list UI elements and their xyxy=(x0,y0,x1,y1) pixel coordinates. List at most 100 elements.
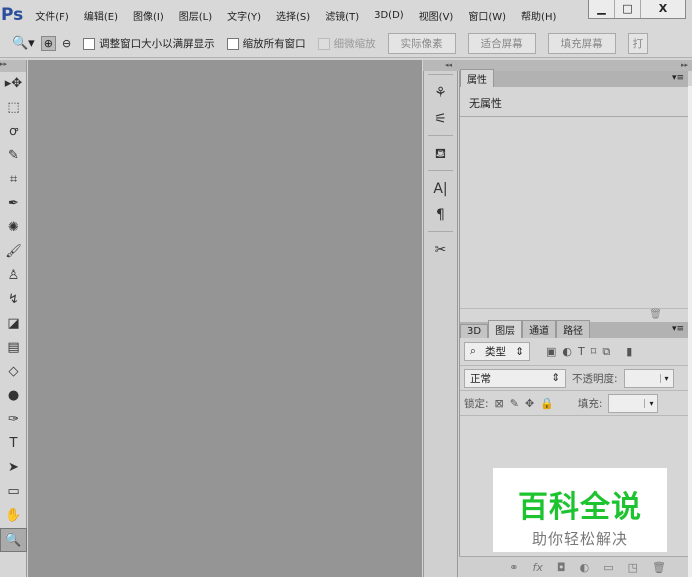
lock-label: 锁定: xyxy=(464,397,489,410)
link-layers-icon[interactable]: ⚭ xyxy=(509,561,518,574)
collapse-icon[interactable]: ◂◂ xyxy=(445,61,452,69)
checkbox-box[interactable] xyxy=(83,37,96,50)
watermark: 百科全说 助你轻松解决 xyxy=(493,468,667,552)
add-mask-icon[interactable]: ◘ xyxy=(557,561,566,574)
tab-3d[interactable]: 3D xyxy=(460,324,489,338)
zoom-all-windows-checkbox[interactable]: 缩放所有窗口 xyxy=(226,36,306,51)
properties-panel: 属性 ▾≡ 无属性 🗑 xyxy=(459,69,688,322)
blur-tool-icon[interactable]: ◇ xyxy=(0,360,27,384)
scrubby-zoom-checkbox[interactable]: 细微缩放 xyxy=(317,36,376,51)
pixel-filter-icon[interactable]: ▣ xyxy=(546,345,556,358)
healing-tool-icon[interactable]: ✺ xyxy=(0,216,27,240)
pen-tool-icon[interactable]: ✑ xyxy=(0,408,27,432)
menu-filter[interactable]: 滤镜(T) xyxy=(325,8,359,23)
checkbox-label: 细微缩放 xyxy=(333,38,376,50)
tab-channels[interactable]: 通道 xyxy=(522,320,557,338)
shape-filter-icon[interactable]: ⌑ xyxy=(591,345,597,358)
tool-presets-icon[interactable]: ✂ xyxy=(424,237,457,263)
crop-tool-icon[interactable]: ⌗ xyxy=(0,168,27,192)
type-tool-icon[interactable]: T xyxy=(0,432,27,456)
lasso-tool-icon[interactable]: ꝍ xyxy=(0,120,27,144)
eraser-tool-icon[interactable]: ◪ xyxy=(0,312,27,336)
menu-select[interactable]: 选择(S) xyxy=(276,8,310,23)
quick-select-tool-icon[interactable]: ✎ xyxy=(0,144,27,168)
menu-edit[interactable]: 编辑(E) xyxy=(84,8,118,23)
adjustment-layer-icon[interactable]: ◐ xyxy=(580,561,590,574)
lock-position-icon[interactable]: ✥ xyxy=(525,397,534,410)
lock-image-icon[interactable]: ✎ xyxy=(510,397,519,410)
lock-all-icon[interactable]: 🔒 xyxy=(540,397,554,410)
path-select-tool-icon[interactable]: ➤ xyxy=(0,456,27,480)
filter-toggle[interactable]: ▮ xyxy=(626,345,632,358)
menu-view[interactable]: 视图(V) xyxy=(419,8,454,23)
zoom-tool-preset-icon[interactable]: 🔍▾ xyxy=(12,36,35,51)
fx-icon[interactable]: fx xyxy=(533,561,543,574)
opacity-label: 不透明度: xyxy=(572,372,618,385)
properties-content: 无属性 xyxy=(460,87,688,117)
fill-screen-button[interactable]: 填充屏幕 xyxy=(547,33,616,54)
blend-mode-value: 正常 xyxy=(470,372,491,385)
menu-type[interactable]: 文字(Y) xyxy=(227,8,261,23)
menu-layer[interactable]: 图层(L) xyxy=(179,8,212,23)
clone-source-icon[interactable]: ⛾ xyxy=(424,141,457,167)
adjustment-filter-icon[interactable]: ◐ xyxy=(562,345,572,358)
zoom-tool-icon[interactable]: 🔍 xyxy=(0,528,27,552)
dodge-tool-icon[interactable]: ● xyxy=(0,384,27,408)
type-filter-icon[interactable]: T xyxy=(578,345,585,358)
eyedropper-tool-icon[interactable]: ✒ xyxy=(0,192,27,216)
filter-kind-select[interactable]: ⌕ 类型 ⇕ xyxy=(464,342,530,361)
lock-transparent-icon[interactable]: ⊠ xyxy=(495,397,504,410)
options-bar: 🔍▾ ⊕ ⊖ 调整窗口大小以满屏显示 缩放所有窗口 细微缩放 实际像素 适合屏幕… xyxy=(0,30,692,58)
adjustments-icon[interactable]: ⚟ xyxy=(424,106,457,132)
menu-file[interactable]: 文件(F) xyxy=(35,8,69,23)
toolbar-collapse-handle[interactable]: ▸▸ xyxy=(0,60,26,72)
tab-properties[interactable]: 属性 xyxy=(460,69,494,87)
panel-menu-icon[interactable]: ▾≡ xyxy=(672,324,684,334)
checkbox-box[interactable] xyxy=(317,37,330,50)
panel-scrollbar[interactable] xyxy=(688,86,692,577)
resize-windows-checkbox[interactable]: 调整窗口大小以满屏显示 xyxy=(83,36,215,51)
panel-menu-icon[interactable]: ▾≡ xyxy=(672,73,684,83)
zoom-in-icon[interactable]: ⊕ xyxy=(40,36,56,51)
canvas-area[interactable] xyxy=(28,60,422,577)
rectangle-tool-icon[interactable]: ▭ xyxy=(0,480,27,504)
paragraph-icon[interactable]: ¶ xyxy=(424,202,457,228)
new-group-icon[interactable]: ▭ xyxy=(603,561,613,574)
menu-image[interactable]: 图像(I) xyxy=(133,8,164,23)
fit-screen-button[interactable]: 适合屏幕 xyxy=(467,33,536,54)
search-icon: ⌕ xyxy=(470,345,476,357)
smart-object-filter-icon[interactable]: ⧉ xyxy=(602,345,610,359)
marquee-tool-icon[interactable]: ⬚ xyxy=(0,96,27,120)
actual-pixels-button[interactable]: 实际像素 xyxy=(387,33,456,54)
fill-input[interactable]: ▾ xyxy=(608,393,659,413)
ps-logo: Ps xyxy=(1,5,24,25)
tab-layers[interactable]: 图层 xyxy=(488,320,523,338)
checkbox-label: 缩放所有窗口 xyxy=(242,38,306,50)
brush-tool-icon[interactable]: 🖌 xyxy=(0,240,27,264)
stamp-tool-icon[interactable]: ♙ xyxy=(0,264,27,288)
delete-layer-icon[interactable]: 🗑 xyxy=(652,561,666,574)
checkbox-box[interactable] xyxy=(226,37,239,50)
zoom-out-icon[interactable]: ⊖ xyxy=(62,37,71,50)
expand-icon[interactable]: ▸▸ xyxy=(681,61,688,69)
history-brush-tool-icon[interactable]: ↯ xyxy=(0,288,27,312)
maximize-button[interactable]: □ xyxy=(615,0,641,18)
layers-footer: ⚭ fx ◘ ◐ ▭ ◳ 🗑 xyxy=(459,556,688,577)
minimize-button[interactable]: ▁ xyxy=(589,0,615,18)
brush-presets-icon[interactable]: ⚘ xyxy=(424,80,457,106)
gradient-tool-icon[interactable]: ▤ xyxy=(0,336,27,360)
watermark-subtitle: 助你轻松解决 xyxy=(531,530,628,548)
new-layer-icon[interactable]: ◳ xyxy=(628,561,638,574)
opacity-input[interactable]: ▾ xyxy=(623,368,674,388)
print-size-button[interactable]: 打 xyxy=(627,33,649,54)
checkbox-label: 调整窗口大小以满屏显示 xyxy=(99,38,215,50)
hand-tool-icon[interactable]: ✋ xyxy=(0,504,27,528)
close-button[interactable]: X xyxy=(641,0,685,18)
menu-3d[interactable]: 3D(D) xyxy=(374,10,404,21)
menu-window[interactable]: 窗口(W) xyxy=(468,8,506,23)
blend-mode-select[interactable]: 正常 ⇕ xyxy=(464,368,566,388)
tab-paths[interactable]: 路径 xyxy=(556,320,591,338)
menu-help[interactable]: 帮助(H) xyxy=(521,8,556,23)
move-tool-icon[interactable]: ▸✥ xyxy=(0,72,27,96)
character-icon[interactable]: A| xyxy=(424,176,457,202)
